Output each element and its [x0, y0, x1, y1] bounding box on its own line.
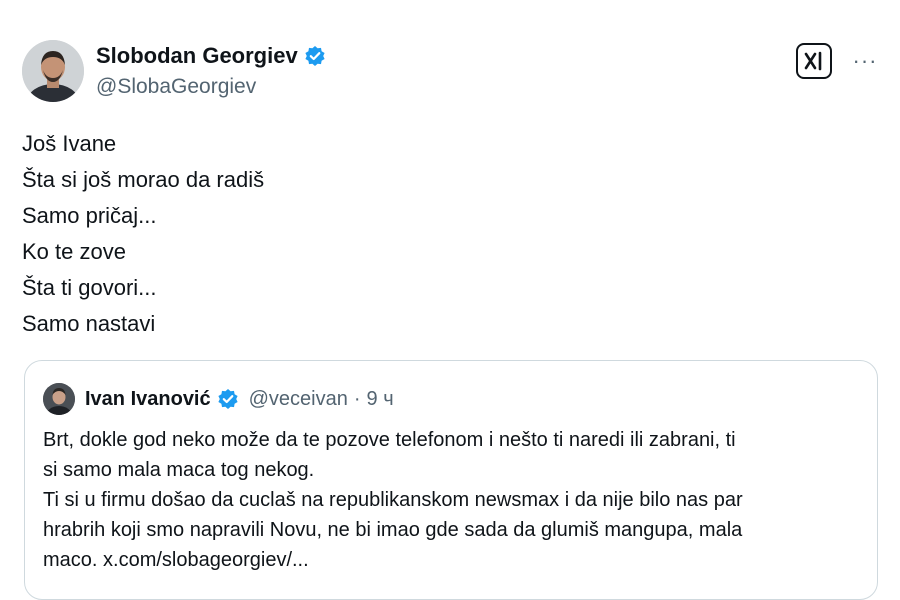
quote-text-line: Ti si u firmu došao da cuclaš na republi…	[43, 489, 743, 511]
person-avatar-icon	[43, 383, 75, 415]
tweet-text-line: Samo pričaj...	[22, 203, 157, 228]
quote-author-handle[interactable]: @veceivan	[249, 388, 348, 411]
author-avatar[interactable]	[22, 40, 84, 102]
quote-text: Brt, dokle god neko može da te pozove te…	[43, 425, 873, 575]
verified-badge-icon	[218, 389, 238, 409]
quote-text-line[interactable]: maco. x.com/slobageorgiev/...	[43, 545, 873, 575]
tweet-text-line: Ko te zove	[22, 239, 126, 264]
grok-icon	[804, 51, 822, 71]
meta-separator: ·	[353, 387, 361, 410]
author-name[interactable]: Slobodan Georgiev	[96, 42, 298, 70]
tweet-text-line: Još Ivane	[22, 131, 117, 156]
quote-author-name[interactable]: Ivan Ivanović	[85, 388, 211, 411]
quote-text-line: si samo mala maca tog nekog.	[43, 459, 315, 481]
quote-author-avatar[interactable]	[43, 383, 75, 415]
quote-text-line: hrabrih koji smo napravili Novu, ne bi i…	[43, 519, 743, 541]
grok-button[interactable]	[796, 43, 832, 79]
tweet-text-line: Šta si još morao da radiš	[22, 167, 265, 192]
tweet-card: Slobodan Georgiev @SlobaGeorgiev ··· Još…	[0, 0, 900, 600]
verified-badge-icon	[305, 46, 325, 66]
author-handle[interactable]: @SlobaGeorgiev	[96, 74, 256, 100]
quote-header: Ivan Ivanović @veceivan · 9 ч	[85, 385, 394, 413]
tweet-text-line: Samo nastavi	[22, 311, 156, 336]
quote-text-line: Brt, dokle god neko može da te pozove te…	[43, 429, 736, 451]
more-options-button[interactable]: ···	[848, 44, 882, 78]
person-avatar-icon	[22, 40, 84, 102]
tweet-text-line: Šta ti govori...	[22, 275, 157, 300]
quote-timestamp[interactable]: 9 ч	[367, 388, 394, 411]
quoted-tweet[interactable]: Ivan Ivanović @veceivan · 9 ч Brt, dokle…	[24, 360, 878, 600]
tweet-text: Još Ivane Šta si još morao da radiš Samo…	[22, 126, 842, 342]
author-name-row[interactable]: Slobodan Georgiev	[96, 42, 326, 70]
more-options-icon: ···	[852, 48, 878, 73]
